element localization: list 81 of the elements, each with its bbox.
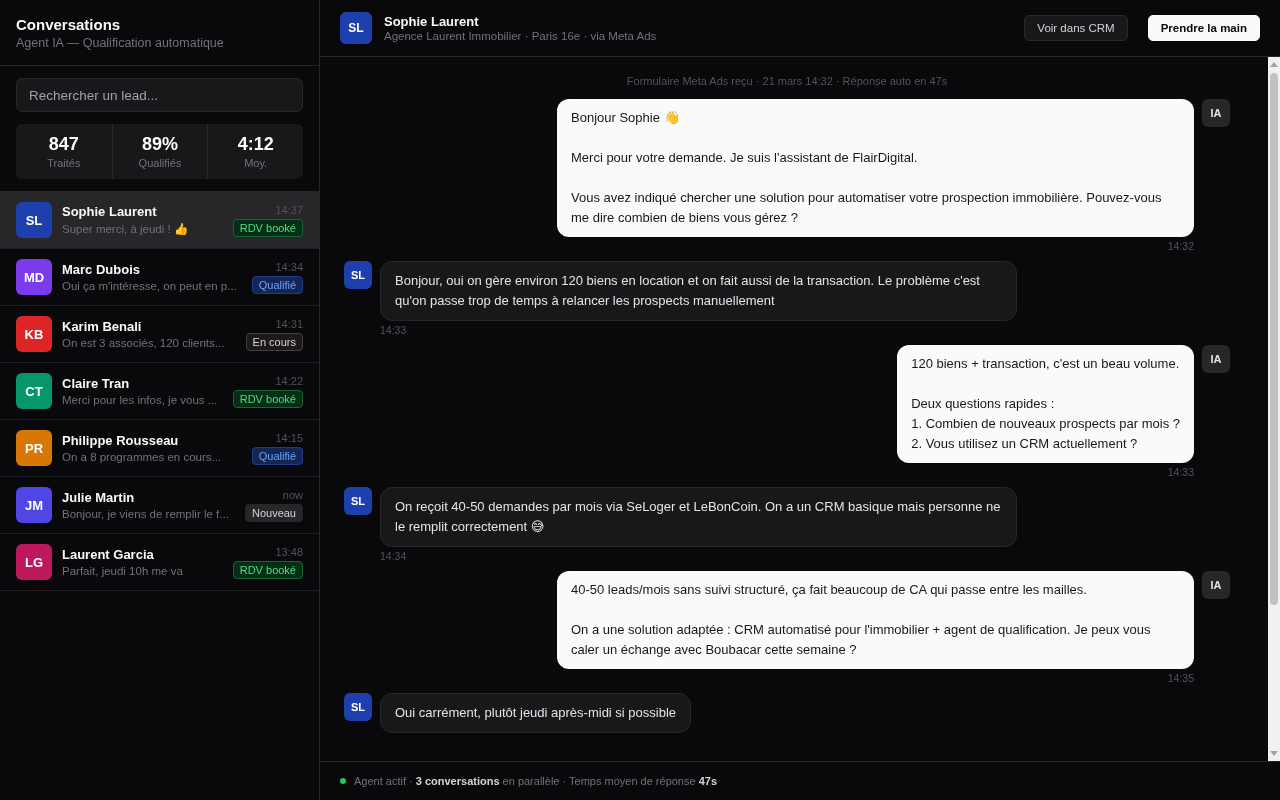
scroll-up-icon[interactable] (1270, 62, 1278, 67)
contact-name: Claire Tran (62, 376, 131, 391)
status-tag: En cours (245, 332, 303, 351)
status-tag: RDV booké (232, 218, 303, 237)
scrollbar[interactable] (1268, 57, 1280, 761)
avatar: SL (340, 12, 372, 44)
message-time: 14:32 (1167, 240, 1194, 252)
status-tag: Qualifié (251, 446, 303, 465)
status-tag: Qualifié (251, 275, 303, 294)
sidebar-subtitle: Agent IA — Qualification automatique (16, 36, 225, 50)
status-tag: RDV booké (232, 560, 303, 579)
contact-name: Marc Dubois (62, 262, 141, 277)
message-preview: On a 8 programmes en cours... (62, 451, 223, 463)
message-text: 120 biens + transaction, c'est un beau volume. (911, 355, 1180, 373)
avatar: LG (16, 544, 52, 580)
stat-value: 847 (48, 134, 79, 155)
message-text: Bonjour Sophie 👋 (571, 109, 681, 127)
message-time: 14:34 (275, 260, 303, 273)
avatar: CT (16, 373, 52, 409)
message-time: 13:48 (275, 545, 303, 558)
contact-name: Julie Martin (62, 490, 136, 505)
stat-label: Traités (47, 157, 81, 169)
message-text: 40-50 leads/mois sans suivi structuré, ça fait beaucoup de CA qui passe entre les mailles. (571, 581, 1088, 599)
ai-avatar: IA (1202, 345, 1230, 373)
avatar: KB (16, 316, 52, 352)
avatar: MD (16, 259, 52, 295)
stat-label: Qualifiés (138, 157, 182, 169)
search-field[interactable]: Rechercher un lead... (16, 78, 303, 112)
stat-value: 89% (141, 134, 178, 155)
avatar: PR (16, 430, 52, 466)
message-preview: Bonjour, je viens de remplir le f... (62, 508, 230, 520)
contact-name: Karim Benali (62, 319, 143, 334)
conversation-item[interactable]: LG Laurent Garcia Parfait, jeudi 10h me va 13:48 RDV booké (0, 534, 319, 591)
contact-name: Sophie Laurent (384, 14, 480, 29)
status-tag: RDV booké (232, 389, 303, 408)
message-text: Deux questions rapides : 1. Combien de nouveaux prospects par mois ? 2. Vous utilisez un CRM actuellement ? (911, 395, 1180, 453)
conversation-item[interactable]: MD Marc Dubois Oui ça m'intéresse, on peut en p... 14:34 Qualifié (0, 249, 319, 306)
scrollbar-thumb[interactable] (1270, 73, 1278, 605)
message-text: Vous avez indiqué chercher une solution pour automatiser votre prospection immobilière. Pouvez-vous me dire combien de biens vous gérez ? (571, 189, 1163, 227)
avatar: JM (16, 487, 52, 523)
avatar: SL (344, 487, 372, 515)
message-time: 14:33 (380, 324, 407, 336)
conversation-item[interactable]: JM Julie Martin Bonjour, je viens de remplir le f... now Nouveau (0, 477, 319, 534)
avatar: SL (344, 693, 372, 721)
scroll-down-icon[interactable] (1270, 751, 1278, 756)
message-preview: On est 3 associés, 120 clients... (62, 337, 226, 349)
system-note: Formulaire Meta Ads reçu · 21 mars 14:32 · Réponse auto en 47s (625, 75, 949, 87)
conversation-item[interactable]: CT Claire Tran Merci pour les infos, je vous ... 14:22 RDV booké (0, 363, 319, 420)
message-text: On a une solution adaptée : CRM automatisé pour l'immobilier + agent de qualification. Je peux vous caler un échange avec Boubacar cette semaine ? (571, 621, 1152, 659)
ai-avatar: IA (1202, 571, 1230, 599)
message-time: 14:35 (1167, 672, 1194, 684)
sidebar-title: Conversations (16, 16, 122, 33)
avatar: SL (16, 202, 52, 238)
contact-name: Laurent Garcia (62, 547, 155, 562)
crm-button[interactable]: Voir dans CRM (1024, 15, 1128, 41)
message-time: 14:31 (275, 317, 303, 330)
message-preview: Parfait, jeudi 10h me va (62, 565, 184, 577)
message-time: 14:15 (275, 431, 303, 444)
message-time: 14:34 (380, 550, 407, 562)
message-text: On reçoit 40-50 demandes par mois via SeLoger et LeBonCoin. On a un CRM basique mais personne ne le remplit correctement 😅 (395, 498, 1002, 536)
conversation-item[interactable]: KB Karim Benali On est 3 associés, 120 clients... 14:31 En cours (0, 306, 319, 363)
conversation-item[interactable]: PR Philippe Rousseau On a 8 programmes en cours... 14:15 Qualifié (0, 420, 319, 477)
message-time: now (282, 488, 303, 501)
ai-avatar: IA (1202, 99, 1230, 127)
message-text: Merci pour votre demande. Je suis l'assistant de FlairDigital. (571, 149, 919, 167)
message-preview: Merci pour les infos, je vous ... (62, 394, 219, 406)
message-preview: Super merci, à jeudi ! 👍 (62, 222, 189, 236)
message-text: Bonjour, oui on gère environ 120 biens en location et on fait aussi de la transaction. Le problème c'est qu'on passe trop de temps à relancer les prospects manuellement (395, 272, 981, 310)
contact-details: Agence Laurent Immobilier · Paris 16e · via Meta Ads (384, 30, 658, 42)
status-text: Agent actif · 3 conversations en parallèle · Temps moyen de réponse 47s (354, 775, 718, 787)
take-over-button[interactable]: Prendre la main (1147, 15, 1260, 41)
message-time: 14:22 (275, 374, 303, 387)
stat-label: Moy. (244, 157, 268, 169)
avatar: SL (344, 261, 372, 289)
stat-value: 4:12 (237, 134, 274, 155)
status-tag: Nouveau (244, 503, 303, 522)
message-text: Oui carrément, plutôt jeudi après-midi si possible (395, 704, 677, 722)
contact-name: Philippe Rousseau (62, 433, 180, 448)
message-time: 14:33 (1167, 466, 1194, 478)
contact-name: Sophie Laurent (62, 204, 158, 219)
message-preview: Oui ça m'intéresse, on peut en p... (62, 280, 238, 292)
